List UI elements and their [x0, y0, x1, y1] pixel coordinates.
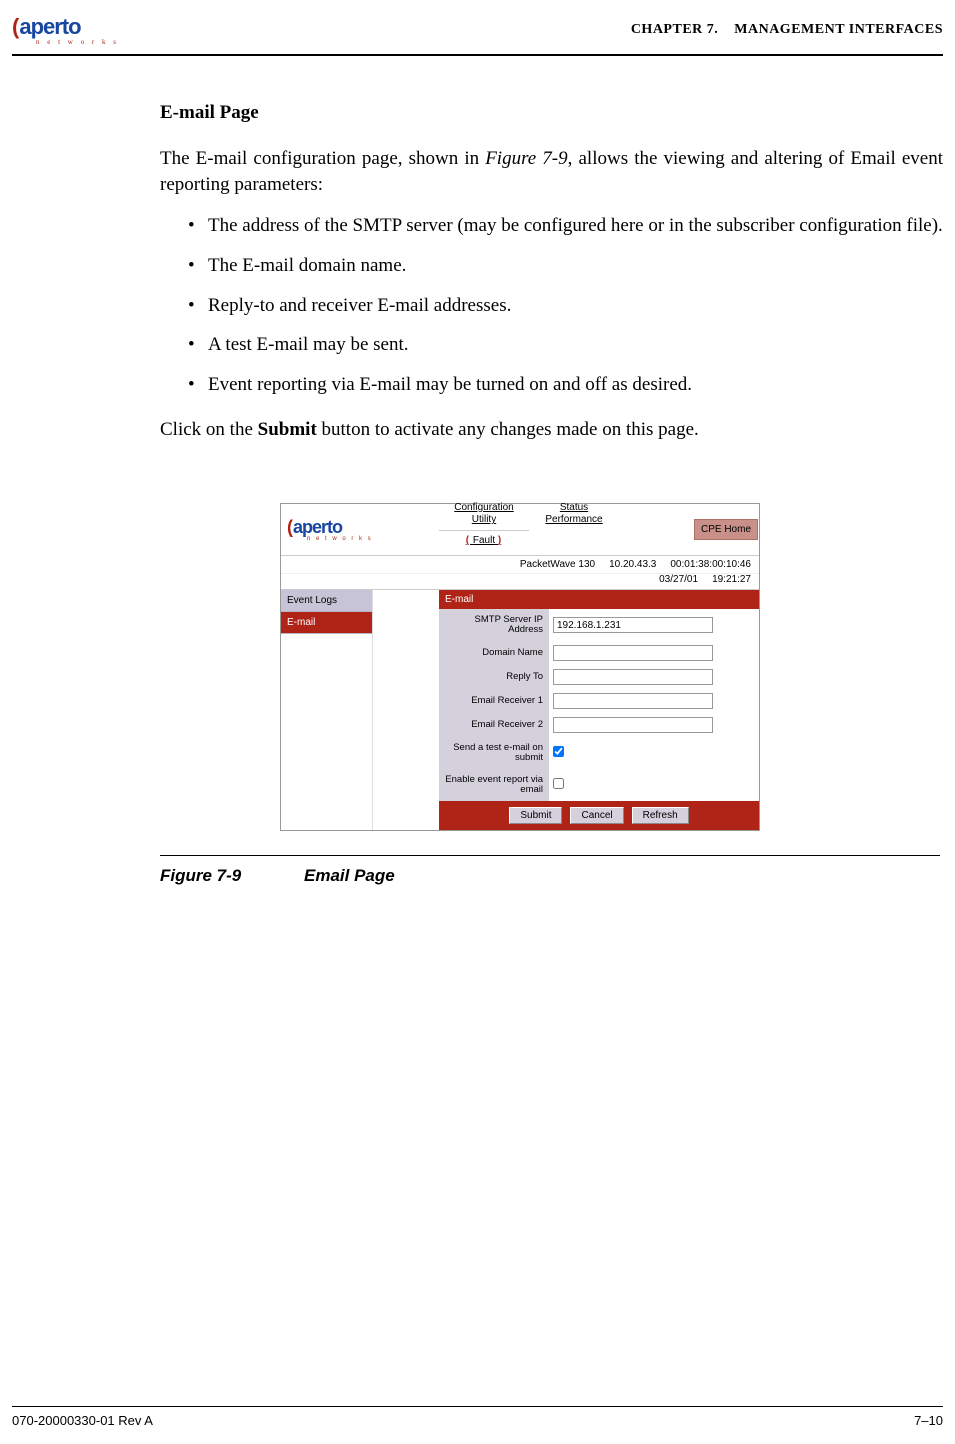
device-info-row: PacketWave 130 10.20.43.3 00:01:38:00:10… — [281, 556, 759, 574]
domain-label: Domain Name — [439, 641, 549, 665]
logo-subtext: n e t w o r k s — [36, 38, 119, 46]
receiver2-label: Email Receiver 2 — [439, 713, 549, 737]
page-logo: (aperto n e t w o r k s — [12, 14, 119, 46]
device-model: PacketWave 130 — [520, 559, 595, 570]
intro-text-a: The E-mail configuration page, shown in — [160, 148, 485, 169]
panel-title: E-mail — [439, 590, 759, 609]
device-time: 19:21:27 — [712, 574, 751, 585]
document-id: 070-20000330-01 Rev A — [12, 1413, 153, 1428]
test-email-checkbox[interactable] — [553, 746, 564, 757]
figure-caption: Figure 7-9 Email Page — [160, 866, 760, 886]
mini-logo-text: aperto — [293, 517, 342, 538]
figure-reference: Figure 7-9 — [485, 148, 567, 169]
receiver2-input[interactable] — [553, 717, 713, 733]
replyto-input[interactable] — [553, 669, 713, 685]
figure-screenshot: (aperto n e t w o r k s Configuration Ut… — [280, 503, 760, 886]
submit-button[interactable]: Submit — [509, 807, 562, 824]
sidebar-item-email[interactable]: E-mail — [281, 612, 372, 634]
cancel-button[interactable]: Cancel — [570, 807, 623, 824]
enable-report-label: Enable event report via email — [439, 769, 549, 801]
tab-status[interactable]: Status Performance — [529, 498, 619, 530]
enable-report-checkbox[interactable] — [553, 778, 564, 789]
chapter-title: MANAGEMENT INTERFACES — [734, 22, 943, 37]
mini-logo: (aperto n e t w o r k s — [281, 504, 439, 555]
device-mac: 00:01:38:00:10:46 — [670, 559, 751, 570]
closing-text-a: Click on the — [160, 419, 258, 440]
device-ip: 10.20.43.3 — [609, 559, 656, 570]
smtp-label: SMTP Server IP Address — [439, 609, 549, 641]
bullet-item: The address of the SMTP server (may be c… — [188, 213, 943, 239]
domain-input[interactable] — [553, 645, 713, 661]
closing-text-b: button to activate any changes made on t… — [317, 419, 699, 440]
device-date: 03/27/01 — [659, 574, 698, 585]
refresh-button[interactable]: Refresh — [632, 807, 689, 824]
mini-logo-subtext: n e t w o r k s — [307, 536, 373, 542]
bullet-item: The E-mail domain name. — [188, 253, 943, 279]
section-heading: E-mail Page — [160, 102, 943, 124]
tab-configuration[interactable]: Configuration Utility — [439, 498, 529, 530]
header-rule — [12, 54, 943, 56]
smtp-input[interactable] — [553, 617, 713, 633]
sidebar-item-event-logs[interactable]: Event Logs — [281, 590, 372, 612]
page-number: 7–10 — [914, 1413, 943, 1428]
tab-fault[interactable]: ( Fault ) — [439, 530, 529, 551]
figure-title: Email Page — [304, 866, 395, 885]
datetime-row: 03/27/01 19:21:27 — [281, 574, 759, 590]
receiver1-input[interactable] — [553, 693, 713, 709]
closing-paragraph: Click on the Submit button to activate a… — [160, 417, 943, 443]
cpe-home-button[interactable]: CPE Home — [694, 519, 758, 540]
receiver1-label: Email Receiver 1 — [439, 689, 549, 713]
bullet-list: The address of the SMTP server (may be c… — [188, 213, 943, 397]
intro-paragraph: The E-mail configuration page, shown in … — [160, 146, 943, 197]
closing-bold: Submit — [258, 419, 317, 440]
figure-number: Figure 7-9 — [160, 866, 241, 885]
sidebar: Event Logs E-mail — [281, 590, 373, 830]
test-email-label: Send a test e-mail on submit — [439, 737, 549, 769]
bullet-item: Reply-to and receiver E-mail addresses. — [188, 293, 943, 319]
replyto-label: Reply To — [439, 665, 549, 689]
bullet-item: A test E-mail may be sent. — [188, 332, 943, 358]
chapter-header: CHAPTER 7. MANAGEMENT INTERFACES — [631, 22, 943, 38]
bullet-item: Event reporting via E-mail may be turned… — [188, 372, 943, 398]
footer-rule — [12, 1406, 943, 1407]
figure-rule — [160, 855, 940, 856]
chapter-number: CHAPTER 7. — [631, 22, 718, 37]
tab-fault-label: Fault — [473, 535, 495, 546]
logo-text: aperto — [19, 14, 80, 40]
